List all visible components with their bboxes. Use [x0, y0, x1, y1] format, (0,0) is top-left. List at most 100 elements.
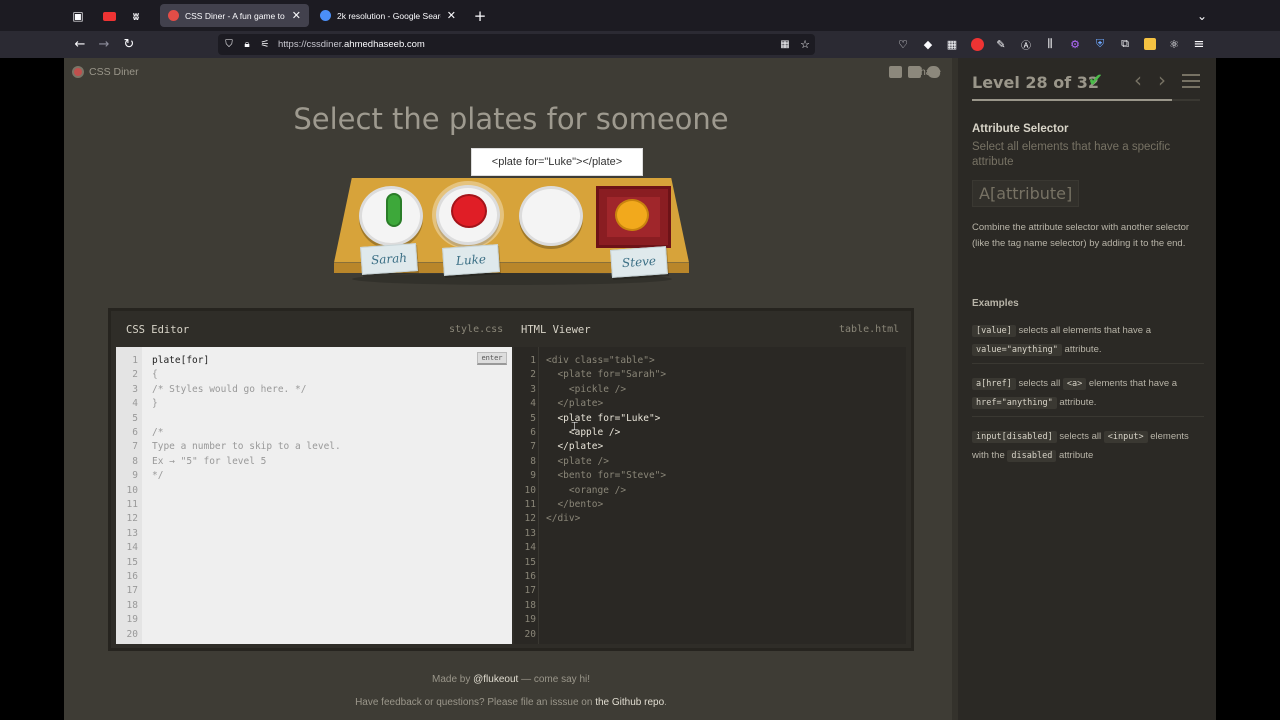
example-code: input[disabled]	[972, 431, 1057, 443]
email-share-icon[interactable]	[889, 66, 902, 78]
apple-icon[interactable]	[451, 194, 487, 228]
react-icon[interactable]: ⚛	[1166, 36, 1182, 52]
plate-luke[interactable]	[436, 185, 500, 245]
line-number: 7	[530, 441, 536, 453]
twitter-share-icon[interactable]	[927, 66, 940, 78]
menu-icon[interactable]: ≡	[1191, 36, 1207, 52]
line-number: 19	[524, 614, 536, 626]
example-code: a[href]	[972, 378, 1016, 390]
pocket-icon[interactable]: ♡	[895, 36, 911, 52]
level-indicator: Level 28 of 32	[972, 73, 1100, 92]
tab-css-diner[interactable]: CSS Diner - A fun game to help ✕	[160, 4, 309, 27]
line-number: 10	[524, 484, 536, 496]
html-viewer-file: table.html	[839, 324, 900, 335]
library-icon[interactable]: ⫼	[1042, 36, 1058, 52]
code-line[interactable]: {	[152, 368, 158, 382]
puzzle-icon[interactable]: ⧉	[1117, 36, 1133, 52]
youtube-pinned-tab-icon[interactable]	[101, 8, 117, 24]
tab-list-chevron-icon[interactable]: ⌄	[1194, 8, 1210, 24]
code-line[interactable]: plate[for]	[152, 354, 209, 368]
facebook-share-icon[interactable]	[908, 66, 921, 78]
browser-tab-bar: ▣ ʬ CSS Diner - A fun game to help ✕ 2k …	[0, 0, 1280, 31]
selector-hint: Combine the attribute selector with anot…	[972, 222, 1190, 249]
example-text: selects all	[1056, 431, 1104, 442]
tab-google-search[interactable]: 2k resolution - Google Search ✕	[312, 4, 464, 27]
url-domain: ahmedhaseeb.com	[344, 39, 425, 50]
line-number: 13	[524, 527, 536, 539]
tracking-protection-icon[interactable]: ⛉	[222, 37, 236, 51]
apps-icon[interactable]: ▦	[944, 36, 960, 52]
shield-icon[interactable]: ⛨	[1092, 36, 1108, 52]
namecard-steve: Steve	[610, 246, 668, 278]
level-menu-icon[interactable]	[1182, 74, 1200, 88]
previous-level-icon[interactable]: ‹	[1134, 68, 1142, 92]
code-line: <orange />	[546, 484, 627, 496]
examples-heading: Examples	[972, 298, 1019, 309]
back-icon[interactable]: ←	[72, 36, 88, 52]
line-number: 1	[530, 355, 536, 366]
qr-code-icon[interactable]: ▦	[778, 37, 792, 51]
example-text: attribute.	[1056, 396, 1097, 408]
line-number: 6	[530, 427, 536, 438]
tab-manager-icon[interactable]: ▣	[70, 8, 86, 24]
line-number: 12	[126, 513, 138, 525]
footer-feedback: Have feedback or questions? Please file …	[64, 697, 958, 708]
bento-steve[interactable]	[596, 186, 671, 248]
brand[interactable]: CSS Diner	[72, 66, 139, 78]
flukeout-link[interactable]: @flukeout	[473, 674, 518, 685]
line-number: 11	[524, 499, 536, 510]
line-number: 17	[524, 585, 536, 597]
line-number: 3	[132, 383, 138, 395]
colorful-extension-icon[interactable]	[1142, 36, 1158, 52]
code-panel: CSS Editor style.css HTML Viewer table.h…	[108, 308, 914, 651]
code-line[interactable]: Ex → "5" for level 5	[152, 455, 266, 469]
extension-icon[interactable]: ◆	[920, 36, 936, 52]
forward-icon[interactable]: →	[96, 36, 112, 52]
pickle-icon[interactable]	[386, 193, 402, 227]
css-editor[interactable]: 1 plate[for] 2 {3 /* Styles would go here. *…	[116, 347, 512, 644]
permissions-icon[interactable]: ⚟	[258, 37, 272, 51]
close-tab-icon[interactable]: ✕	[447, 9, 456, 22]
close-tab-icon[interactable]: ✕	[292, 9, 301, 22]
account-icon[interactable]: Ⓐ	[1018, 36, 1034, 52]
lock-icon[interactable]: 🔒︎	[240, 37, 254, 51]
line-number: 16	[524, 571, 536, 582]
line-number: 2	[132, 369, 138, 381]
code-line[interactable]: }	[152, 397, 158, 411]
tab-label: 2k resolution - Google Search	[337, 10, 441, 21]
plate-sarah[interactable]	[359, 186, 423, 246]
url-bar[interactable]: ⛉ 🔒︎ ⚟ https://cssdiner.ahmedhaseeb.com …	[218, 34, 815, 55]
line-number: 5	[132, 412, 138, 424]
orange-icon[interactable]	[615, 199, 649, 231]
level-complete-check-icon: ✔	[1088, 70, 1104, 91]
feedback-post: .	[664, 697, 667, 708]
css-diner-favicon-icon	[168, 10, 179, 21]
code-line[interactable]: /*	[152, 426, 163, 440]
code-line[interactable]: */	[152, 469, 163, 483]
example-code: value="anything"	[972, 343, 1062, 356]
element-tooltip: <plate for="Luke"></plate>	[471, 148, 643, 176]
bookmark-star-icon[interactable]: ☆	[798, 37, 812, 51]
dining-table: Sarah Luke Steve	[334, 178, 689, 285]
html-viewer-title: HTML Viewer	[521, 324, 591, 336]
plate-empty[interactable]	[519, 186, 583, 246]
reload-icon[interactable]: ↻	[121, 36, 137, 52]
url-text: https://cssdiner.ahmedhaseeb.com	[278, 34, 425, 55]
line-number: 11	[126, 499, 138, 510]
adblock-icon[interactable]	[969, 36, 985, 52]
wrench-icon[interactable]: ✎	[993, 36, 1009, 52]
line-number: 1	[132, 355, 138, 366]
gear-extension-icon[interactable]: ⚙	[1067, 36, 1083, 52]
twitch-pinned-tab-icon[interactable]: ʬ	[128, 8, 144, 24]
code-line[interactable]: /* Styles would go here. */	[152, 383, 306, 397]
line-number: 9	[530, 470, 536, 482]
line-number: 3	[530, 383, 536, 395]
github-repo-link[interactable]: the Github repo	[595, 697, 664, 708]
next-level-icon[interactable]: ›	[1158, 68, 1166, 92]
new-tab-icon[interactable]: +	[472, 7, 488, 25]
code-line[interactable]: Type a number to skip to a level.	[152, 440, 341, 454]
enter-button[interactable]: enter	[477, 352, 507, 365]
selector-syntax: A[attribute]	[972, 180, 1080, 207]
line-number: 18	[126, 599, 138, 611]
example-code: <a>	[1062, 378, 1087, 390]
